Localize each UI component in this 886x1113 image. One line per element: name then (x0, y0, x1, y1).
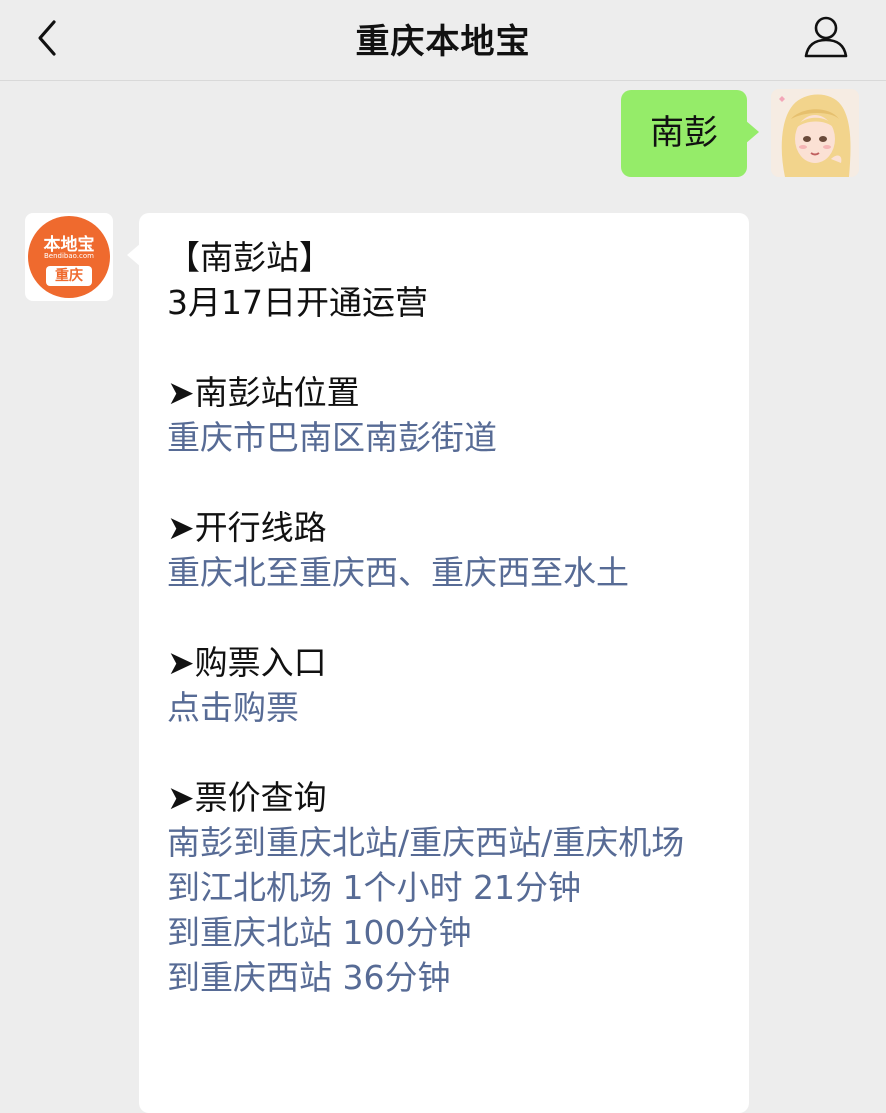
official-account-avatar[interactable]: 本地宝 Bendibao.com 重庆 (25, 213, 113, 301)
price-heading: ➤票价查询 (167, 778, 327, 817)
opening-date: 3月17日开通运营 (167, 283, 428, 322)
profile-icon[interactable] (800, 14, 852, 62)
price-query-link[interactable]: 南彭到重庆北站/重庆西站/重庆机场 (167, 820, 727, 865)
location-heading: ➤南彭站位置 (167, 373, 360, 412)
duration-west-link[interactable]: 到重庆西站 36分钟 (167, 955, 727, 1000)
duration-airport-link[interactable]: 到江北机场 1个小时 21分钟 (167, 865, 727, 910)
routes-link[interactable]: 重庆北至重庆西、重庆西至水土 (167, 550, 727, 595)
buy-ticket-link[interactable]: 点击购票 (167, 685, 727, 730)
user-message-bubble[interactable]: 南彭 (621, 90, 759, 177)
ticket-heading: ➤购票入口 (167, 643, 327, 682)
reply-text: 【南彭站】 3月17日开通运营 ➤南彭站位置 重庆市巴南区南彭街道 ➤开行线路 … (167, 235, 727, 1000)
top-bar: 重庆本地宝 (0, 0, 886, 81)
routes-heading: ➤开行线路 (167, 508, 327, 547)
chat-title: 重庆本地宝 (355, 22, 531, 62)
reply-message-bubble: 【南彭站】 3月17日开通运营 ➤南彭站位置 重庆市巴南区南彭街道 ➤开行线路 … (127, 213, 749, 1113)
station-title: 【南彭站】 (167, 238, 332, 277)
user-avatar[interactable] (771, 89, 859, 177)
duration-north-link[interactable]: 到重庆北站 100分钟 (167, 910, 727, 955)
location-link[interactable]: 重庆市巴南区南彭街道 (167, 415, 727, 460)
bendibao-logo: 本地宝 Bendibao.com 重庆 (28, 216, 110, 298)
